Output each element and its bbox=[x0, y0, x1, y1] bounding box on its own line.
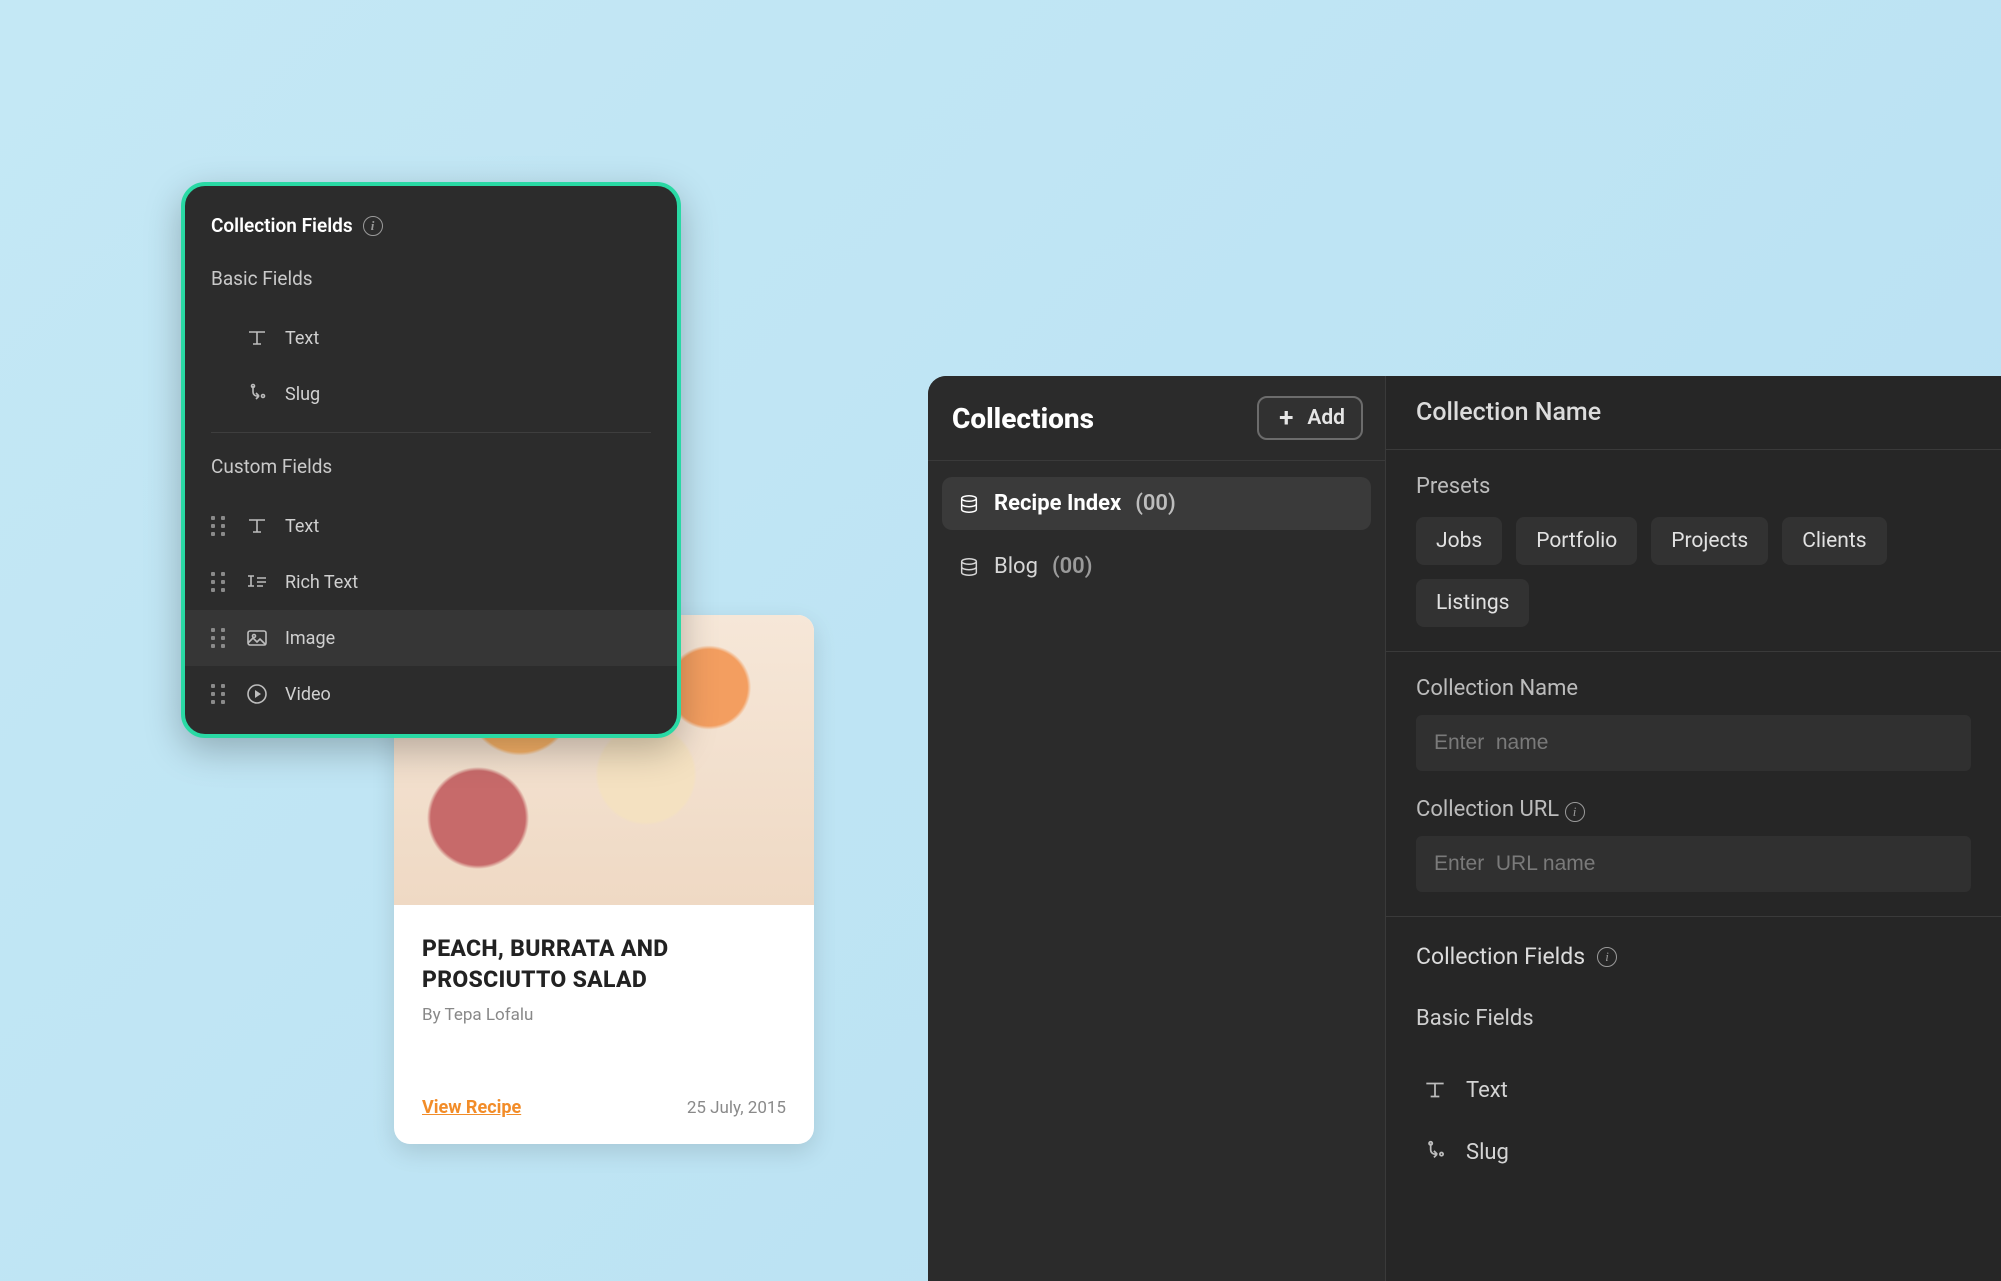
text-icon bbox=[245, 326, 269, 350]
collection-editor: Collection Name Presets Jobs Portfolio P… bbox=[1386, 376, 2001, 1281]
slug-icon bbox=[245, 382, 269, 406]
preset-listings[interactable]: Listings bbox=[1416, 579, 1529, 627]
image-icon bbox=[245, 626, 269, 650]
collections-panel: Collections + Add Recipe Index (00) Blog… bbox=[928, 376, 2001, 1281]
field-item-label: Video bbox=[285, 684, 331, 705]
drag-handle-icon[interactable] bbox=[211, 628, 229, 648]
database-icon bbox=[958, 493, 980, 515]
drag-handle-icon[interactable] bbox=[211, 684, 229, 704]
info-icon[interactable]: i bbox=[1597, 947, 1617, 967]
field-item-rich-text[interactable]: Rich Text bbox=[185, 554, 677, 610]
slug-icon bbox=[1422, 1139, 1448, 1165]
field-item-label: Rich Text bbox=[285, 572, 358, 593]
collection-url-input[interactable] bbox=[1416, 836, 1971, 892]
collection-name-input[interactable] bbox=[1416, 715, 1971, 771]
basic-fields-label: Basic Fields bbox=[185, 267, 677, 310]
field-item-video[interactable]: Video bbox=[185, 666, 677, 722]
preset-clients[interactable]: Clients bbox=[1782, 517, 1886, 565]
collection-item-recipe-index[interactable]: Recipe Index (00) bbox=[942, 477, 1371, 530]
divider bbox=[211, 432, 651, 433]
collections-title: Collections bbox=[952, 402, 1094, 435]
field-item-label: Slug bbox=[285, 384, 320, 405]
basic-fields-label: Basic Fields bbox=[1416, 1006, 1971, 1031]
presets-label: Presets bbox=[1416, 474, 1971, 499]
collection-item-name: Recipe Index bbox=[994, 491, 1121, 516]
basic-field-text[interactable]: Text bbox=[1416, 1059, 1971, 1121]
field-item-label: Text bbox=[1466, 1078, 1508, 1103]
collection-item-name: Blog bbox=[994, 554, 1038, 579]
info-icon[interactable]: i bbox=[363, 216, 383, 236]
collection-item-count: (00) bbox=[1135, 491, 1176, 516]
panel-title: Collection Fields bbox=[211, 214, 353, 237]
database-icon bbox=[958, 556, 980, 578]
field-item-slug[interactable]: Slug bbox=[185, 366, 677, 422]
preset-projects[interactable]: Projects bbox=[1651, 517, 1768, 565]
view-recipe-link[interactable]: View Recipe bbox=[422, 1097, 521, 1118]
text-icon bbox=[245, 514, 269, 538]
recipe-author: By Tepa Lofalu bbox=[422, 1005, 786, 1025]
drag-handle-icon[interactable] bbox=[211, 572, 229, 592]
add-collection-button[interactable]: + Add bbox=[1257, 396, 1363, 440]
collection-fields-title: Collection Fields bbox=[1416, 943, 1585, 970]
field-item-custom-text[interactable]: Text bbox=[185, 498, 677, 554]
field-item-label: Text bbox=[285, 328, 319, 349]
editor-header: Collection Name bbox=[1386, 376, 2001, 450]
recipe-title: PEACH, BURRATA AND PROSCIUTTO SALAD bbox=[422, 933, 786, 995]
collection-url-label: Collection URL i bbox=[1416, 797, 1971, 822]
text-icon bbox=[1422, 1077, 1448, 1103]
collection-fields-panel: Collection Fields i Basic Fields Text Sl… bbox=[181, 182, 681, 738]
collection-name-label: Collection Name bbox=[1416, 676, 1971, 701]
basic-field-slug[interactable]: Slug bbox=[1416, 1121, 1971, 1183]
field-item-image[interactable]: Image bbox=[185, 610, 677, 666]
rich-text-icon bbox=[245, 570, 269, 594]
field-item-text[interactable]: Text bbox=[185, 310, 677, 366]
collections-sidebar: Collections + Add Recipe Index (00) Blog… bbox=[928, 376, 1386, 1281]
video-icon bbox=[245, 682, 269, 706]
field-item-label: Text bbox=[285, 516, 319, 537]
preset-jobs[interactable]: Jobs bbox=[1416, 517, 1502, 565]
custom-fields-label: Custom Fields bbox=[185, 455, 677, 498]
field-item-label: Slug bbox=[1466, 1140, 1509, 1165]
info-icon[interactable]: i bbox=[1565, 802, 1585, 822]
plus-icon: + bbox=[1275, 407, 1297, 429]
drag-handle-icon[interactable] bbox=[211, 516, 229, 536]
collection-item-blog[interactable]: Blog (00) bbox=[942, 540, 1371, 593]
preset-portfolio[interactable]: Portfolio bbox=[1516, 517, 1637, 565]
add-button-label: Add bbox=[1307, 406, 1345, 430]
field-item-label: Image bbox=[285, 628, 335, 649]
collection-item-count: (00) bbox=[1052, 554, 1093, 579]
recipe-date: 25 July, 2015 bbox=[687, 1098, 786, 1118]
